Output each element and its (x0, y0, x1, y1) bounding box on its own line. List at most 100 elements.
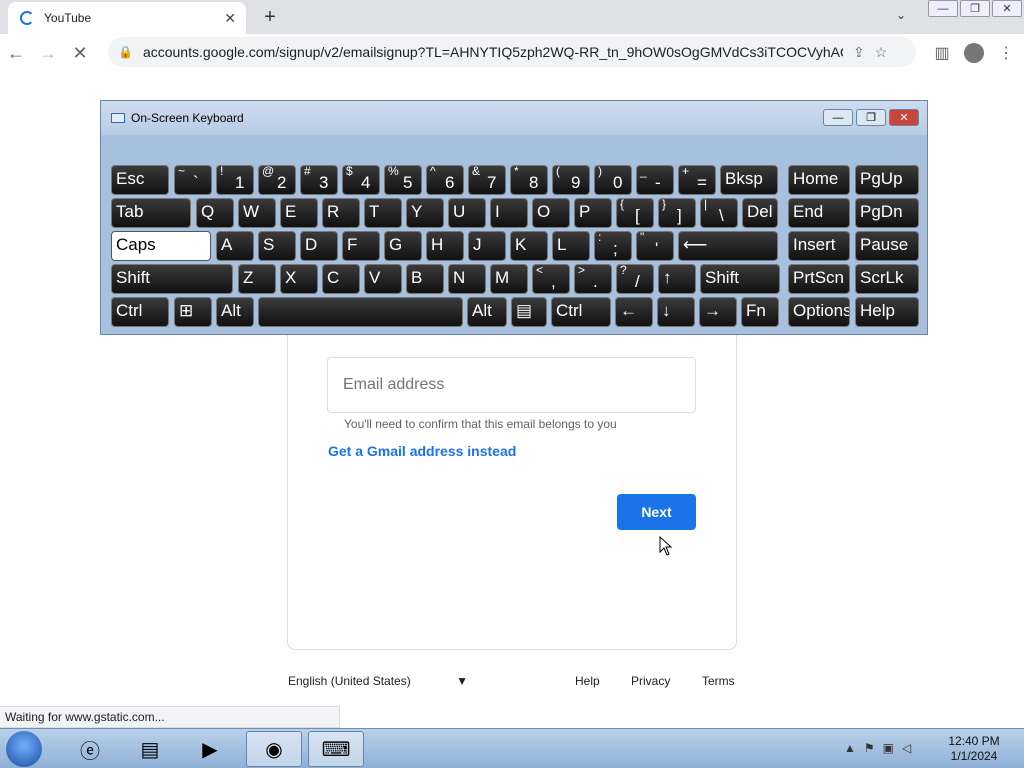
tab-search-button[interactable]: ⌄ (896, 8, 906, 22)
osk-key-r[interactable]: R (322, 198, 360, 228)
url-text[interactable]: accounts.google.com/signup/v2/emailsignu… (143, 44, 843, 60)
osk-key-u[interactable]: U (448, 198, 486, 228)
osk-key-bksp[interactable]: Bksp (720, 165, 778, 195)
osk-key-options[interactable]: Options (788, 297, 850, 327)
osk-key-sym[interactable]: → (699, 297, 737, 327)
osk-key-sym[interactable]: {[ (616, 198, 654, 228)
osk-key-x[interactable]: X (280, 264, 318, 294)
osk-key-0[interactable]: ) 0 (594, 165, 632, 195)
osk-key-sym[interactable]: ▤ (511, 297, 547, 327)
osk-key-o[interactable]: O (532, 198, 570, 228)
osk-key-3[interactable]: #3 (300, 165, 338, 195)
osk-key-z[interactable]: Z (238, 264, 276, 294)
osk-key-p[interactable]: P (574, 198, 612, 228)
osk-restore-button[interactable]: ❐ (856, 109, 886, 126)
osk-key-7[interactable]: & 7 (468, 165, 506, 195)
osk-taskbar-icon[interactable]: ⌨ (308, 731, 364, 767)
tab-youtube[interactable]: YouTube ✕ (8, 2, 246, 34)
network-icon[interactable]: ▣ (883, 741, 894, 755)
tab-close-icon[interactable]: ✕ (224, 10, 236, 27)
minimize-button[interactable]: — (928, 0, 958, 17)
osk-key-alt[interactable]: Alt (216, 297, 254, 327)
help-link[interactable]: Help (575, 674, 600, 688)
osk-key-k[interactable]: K (510, 231, 548, 261)
osk-key-sym[interactable]: " ' (636, 231, 674, 261)
osk-key-del[interactable]: Del (742, 198, 778, 228)
osk-key-h[interactable]: H (426, 231, 464, 261)
privacy-link[interactable]: Privacy (631, 674, 670, 688)
osk-minimize-button[interactable]: — (823, 109, 853, 126)
menu-kebab-icon[interactable]: ⋮ (990, 43, 1022, 63)
share-icon[interactable]: ⇪ (853, 44, 865, 61)
osk-key-y[interactable]: Y (406, 198, 444, 228)
osk-key-shift[interactable]: Shift (700, 264, 780, 294)
osk-key-j[interactable]: J (468, 231, 506, 261)
osk-key-sym[interactable]: ↓ (657, 297, 695, 327)
osk-key-sym[interactable]: + = (678, 165, 716, 195)
osk-key-sym[interactable]: ~ ` (174, 165, 212, 195)
osk-key-prtscn[interactable]: PrtScn (788, 264, 850, 294)
osk-key-8[interactable]: * 8 (510, 165, 548, 195)
osk-key-sym[interactable]: ⟵ (678, 231, 778, 261)
explorer-icon[interactable]: ▤ (122, 731, 178, 767)
clock[interactable]: 12:40 PM 1/1/2024 (944, 734, 1004, 764)
osk-key-s[interactable]: S (258, 231, 296, 261)
osk-key-1[interactable]: ! 1 (216, 165, 254, 195)
osk-key-pgup[interactable]: PgUp (855, 165, 919, 195)
close-window-button[interactable]: ✕ (992, 0, 1022, 17)
osk-key-scrlk[interactable]: ScrLk (855, 264, 919, 294)
osk-key-end[interactable]: End (788, 198, 850, 228)
osk-key-sym[interactable]: >. (574, 264, 612, 294)
osk-key-sym[interactable]: | \ (700, 198, 738, 228)
osk-key-m[interactable]: M (490, 264, 528, 294)
forward-button[interactable]: → (32, 43, 64, 64)
tray-expand-icon[interactable]: ▲ (844, 741, 856, 755)
osk-key-n[interactable]: N (448, 264, 486, 294)
osk-key-space[interactable] (258, 297, 463, 327)
osk-key-d[interactable]: D (300, 231, 338, 261)
bookmark-star-icon[interactable]: ☆ (875, 44, 888, 61)
osk-close-button[interactable]: ✕ (889, 109, 919, 126)
osk-key-g[interactable]: G (384, 231, 422, 261)
osk-key-sym[interactable]: _ - (636, 165, 674, 195)
osk-key-4[interactable]: $4 (342, 165, 380, 195)
osk-key-tab[interactable]: Tab (111, 198, 191, 228)
osk-key-sym[interactable]: :; (594, 231, 632, 261)
osk-key-sym[interactable]: ← (615, 297, 653, 327)
osk-key-q[interactable]: Q (196, 198, 234, 228)
chrome-icon[interactable]: ◉ (246, 731, 302, 767)
osk-key-ctrl[interactable]: Ctrl (551, 297, 611, 327)
osk-key-alt[interactable]: Alt (467, 297, 507, 327)
media-player-icon[interactable]: ▶ (182, 731, 238, 767)
osk-key-9[interactable]: (9 (552, 165, 590, 195)
osk-key-sym[interactable]: }] (658, 198, 696, 228)
osk-key-c[interactable]: C (322, 264, 360, 294)
osk-key-6[interactable]: ^ 6 (426, 165, 464, 195)
flag-icon[interactable]: ⚑ (864, 741, 875, 755)
volume-icon[interactable]: ◁ (902, 741, 911, 755)
osk-key-w[interactable]: W (238, 198, 276, 228)
side-panel-icon[interactable]: ▥ (926, 43, 958, 63)
osk-key-caps[interactable]: Caps (111, 231, 211, 261)
osk-key-i[interactable]: I (490, 198, 528, 228)
osk-key-esc[interactable]: Esc (111, 165, 169, 195)
osk-key-2[interactable]: @2 (258, 165, 296, 195)
new-tab-button[interactable]: + (260, 6, 280, 29)
ie-icon[interactable]: ⓔ (62, 731, 118, 767)
osk-key-pgdn[interactable]: PgDn (855, 198, 919, 228)
osk-key-5[interactable]: % 5 (384, 165, 422, 195)
osk-key-sym[interactable]: <, (532, 264, 570, 294)
email-field[interactable] (327, 357, 696, 413)
profile-avatar[interactable] (964, 43, 984, 63)
osk-key-fn[interactable]: Fn (741, 297, 779, 327)
osk-key-help[interactable]: Help (855, 297, 919, 327)
osk-key-sym[interactable]: ? / (616, 264, 654, 294)
osk-key-f[interactable]: F (342, 231, 380, 261)
osk-title-bar[interactable]: On-Screen Keyboard (101, 101, 927, 135)
osk-key-e[interactable]: E (280, 198, 318, 228)
osk-key-t[interactable]: T (364, 198, 402, 228)
osk-key-shift[interactable]: Shift (111, 264, 233, 294)
gmail-link[interactable]: Get a Gmail address instead (328, 443, 516, 459)
osk-key-b[interactable]: B (406, 264, 444, 294)
restore-button[interactable]: ❐ (960, 0, 990, 17)
